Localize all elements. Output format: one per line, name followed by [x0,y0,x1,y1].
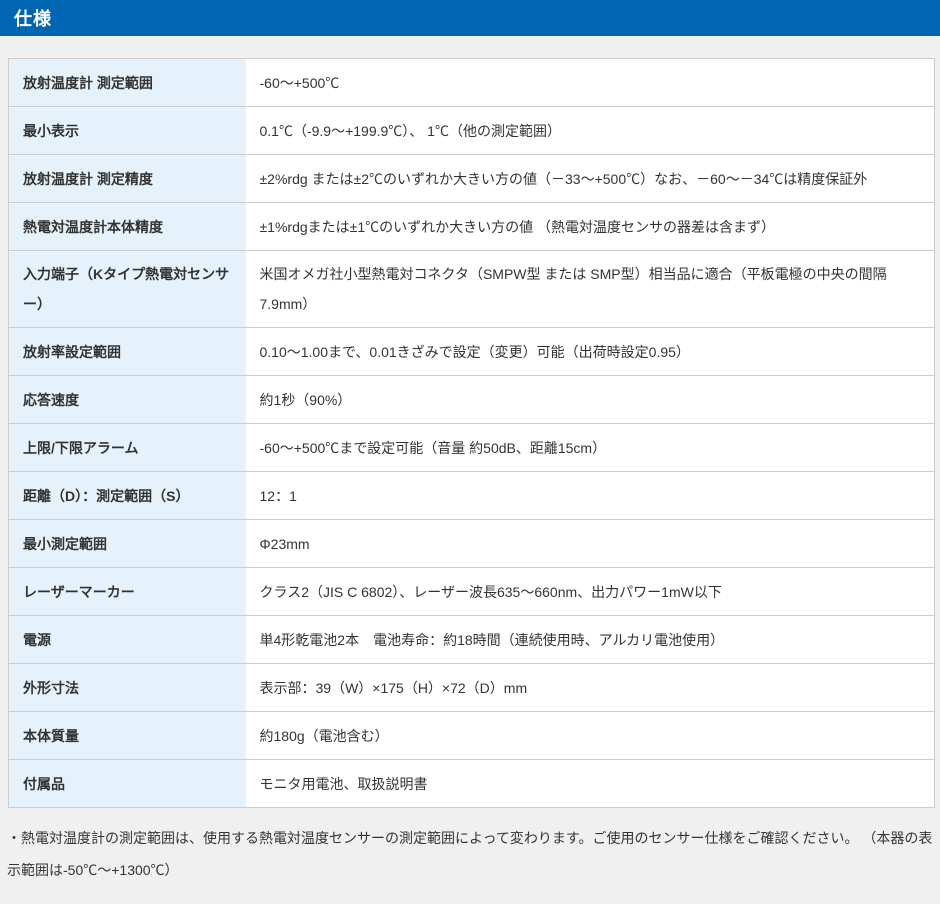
spec-row-minimum-spot: 最小測定範囲 Φ23mm [9,520,935,568]
spec-row-minimum-display: 最小表示 0.1℃（-9.9〜+199.9℃）、 1℃（他の測定範囲） [9,107,935,155]
spec-value: 約1秒（90%） [246,376,935,424]
spec-row-weight: 本体質量 約180g（電池含む） [9,712,935,760]
spec-row-accessories: 付属品 モニタ用電池、取扱説明書 [9,760,935,808]
spec-label: 最小表示 [9,107,246,155]
spec-row-laser-marker: レーザーマーカー クラス2（JIS C 6802）、レーザー波長635〜660n… [9,568,935,616]
footnote: ・熱電対温度計の測定範囲は、使用する熱電対温度センサーの測定範囲によって変わりま… [7,822,934,886]
spec-label: 外形寸法 [9,664,246,712]
spec-label: 熱電対温度計本体精度 [9,203,246,251]
spec-row-distance-ratio: 距離（D）：測定範囲（S） 12：1 [9,472,935,520]
spec-value: 単4形乾電池2本 電池寿命：約18時間（連続使用時、アルカリ電池使用） [246,616,935,664]
spec-row-power-supply: 電源 単4形乾電池2本 電池寿命：約18時間（連続使用時、アルカリ電池使用） [9,616,935,664]
spec-label: 放射率設定範囲 [9,328,246,376]
spec-label: 入力端子（Kタイプ熱電対センサー） [9,251,246,328]
spec-value: クラス2（JIS C 6802）、レーザー波長635〜660nm、出力パワー1m… [246,568,935,616]
spec-value: ±1%rdgまたは±1℃のいずれか大きい方の値 （熱電対温度センサの器差は含まず… [246,203,935,251]
spec-row-measurement-accuracy: 放射温度計 測定精度 ±2%rdg または±2℃のいずれか大きい方の値（－33〜… [9,155,935,203]
section-title: 仕様 [14,5,52,31]
spec-value: モニタ用電池、取扱説明書 [246,760,935,808]
spec-label: 距離（D）：測定範囲（S） [9,472,246,520]
spec-value: -60〜+500℃ [246,59,935,107]
spec-row-dimensions: 外形寸法 表示部：39（W）×175（H）×72（D）mm [9,664,935,712]
spec-value: -60〜+500℃まで設定可能（音量 約50dB、距離15cm） [246,424,935,472]
spec-value: ±2%rdg または±2℃のいずれか大きい方の値（－33〜+500℃）なお、－6… [246,155,935,203]
spec-label: 応答速度 [9,376,246,424]
spec-row-alarm: 上限/下限アラーム -60〜+500℃まで設定可能（音量 約50dB、距離15c… [9,424,935,472]
spec-row-measurement-range: 放射温度計 測定範囲 -60〜+500℃ [9,59,935,107]
spec-table-body: 放射温度計 測定範囲 -60〜+500℃ 最小表示 0.1℃（-9.9〜+199… [9,59,935,808]
spec-label: 最小測定範囲 [9,520,246,568]
spec-label: 本体質量 [9,712,246,760]
spec-table: 放射温度計 測定範囲 -60〜+500℃ 最小表示 0.1℃（-9.9〜+199… [8,58,935,808]
section-header: 仕様 [0,0,940,36]
spec-value: 約180g（電池含む） [246,712,935,760]
spec-row-thermocouple-accuracy: 熱電対温度計本体精度 ±1%rdgまたは±1℃のいずれか大きい方の値 （熱電対温… [9,203,935,251]
spec-label: レーザーマーカー [9,568,246,616]
spec-value: Φ23mm [246,520,935,568]
spec-value: 0.10〜1.00まで、0.01きざみで設定（変更）可能（出荷時設定0.95） [246,328,935,376]
spec-value: 12：1 [246,472,935,520]
spec-value: 0.1℃（-9.9〜+199.9℃）、 1℃（他の測定範囲） [246,107,935,155]
spec-label: 放射温度計 測定範囲 [9,59,246,107]
spec-label: 放射温度計 測定精度 [9,155,246,203]
spec-label: 電源 [9,616,246,664]
spec-value: 表示部：39（W）×175（H）×72（D）mm [246,664,935,712]
spec-label: 付属品 [9,760,246,808]
spec-value: 米国オメガ社小型熱電対コネクタ（SMPW型 または SMP型）相当品に適合（平板… [246,251,935,328]
spec-label: 上限/下限アラーム [9,424,246,472]
spec-row-emissivity-range: 放射率設定範囲 0.10〜1.00まで、0.01きざみで設定（変更）可能（出荷時… [9,328,935,376]
spec-row-response-speed: 応答速度 約1秒（90%） [9,376,935,424]
spec-row-input-terminal: 入力端子（Kタイプ熱電対センサー） 米国オメガ社小型熱電対コネクタ（SMPW型 … [9,251,935,328]
